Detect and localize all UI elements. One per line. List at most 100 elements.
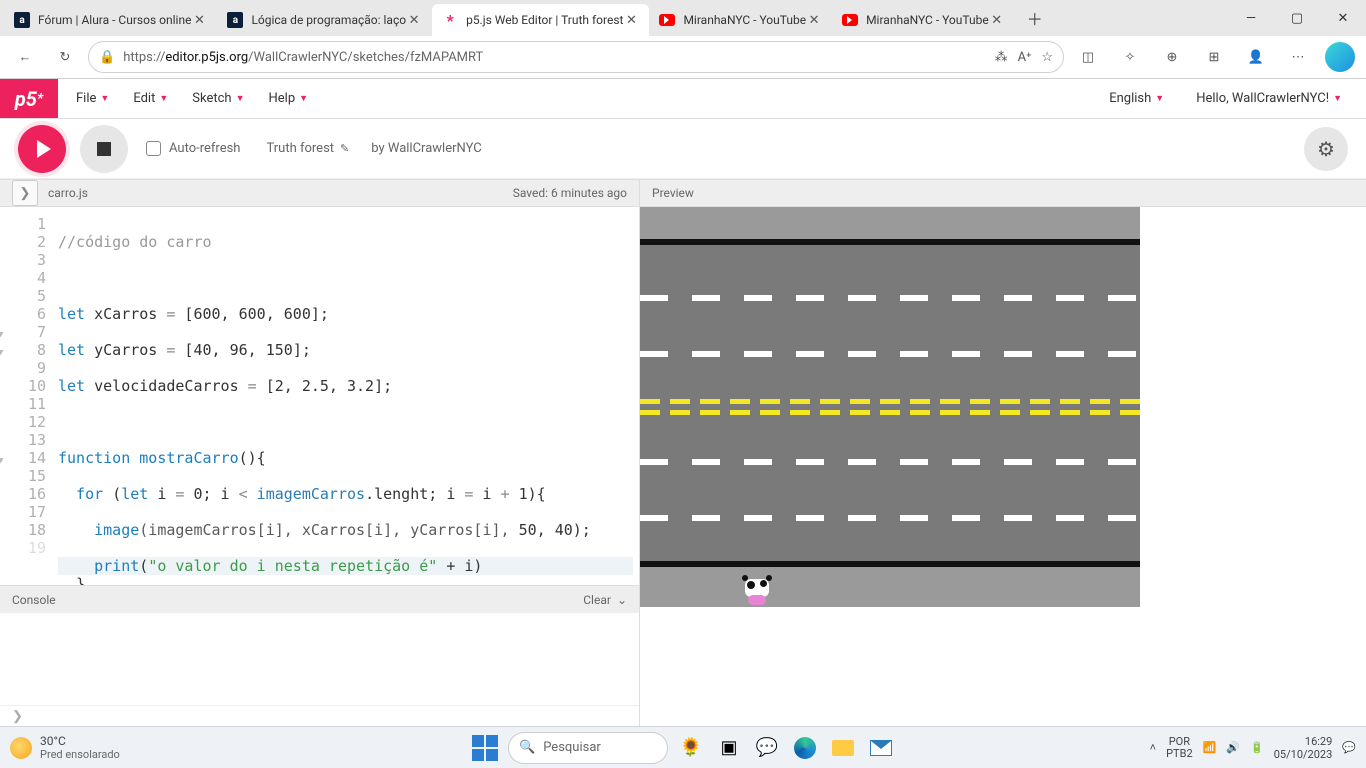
- tab-p5editor[interactable]: * p5.js Web Editor | Truth forest ✕: [432, 4, 649, 36]
- auto-refresh-label: Auto-refresh: [169, 141, 240, 156]
- pencil-icon[interactable]: ✎: [340, 142, 349, 155]
- extensions-icon[interactable]: ⊞: [1196, 40, 1232, 74]
- close-icon[interactable]: ✕: [623, 12, 639, 28]
- taskbar: 30°C Pred ensolarado 🔍 Pesquisar 🌻 ▣ 💬 ˄…: [0, 726, 1366, 768]
- task-view-icon[interactable]: ▣: [714, 733, 744, 763]
- weather-widget[interactable]: 30°C Pred ensolarado: [10, 734, 120, 761]
- start-button[interactable]: [470, 733, 500, 763]
- system-tray: ˄ PORPTB2 📶 🔊 🔋 16:2905/10/2023 💬: [1150, 735, 1356, 761]
- bing-icon[interactable]: [1322, 40, 1358, 74]
- wifi-icon[interactable]: 📶: [1203, 741, 1217, 754]
- split-icon[interactable]: ◫: [1070, 40, 1106, 74]
- maximize-button[interactable]: ▢: [1274, 2, 1320, 34]
- tray-chevron-icon[interactable]: ˄: [1150, 741, 1156, 754]
- play-button[interactable]: [18, 125, 66, 173]
- toolbar-right: ◫ ✧ ⊕ ⊞ 👤 ⋯: [1070, 40, 1358, 74]
- refresh-button[interactable]: ↻: [48, 40, 82, 74]
- menu-edit[interactable]: Edit▼: [123, 85, 178, 112]
- editor-column: ❯ carro.js Saved: 6 minutes ago 123456 ▼…: [0, 179, 640, 727]
- tab-label: MiranhaNYC - YouTube: [683, 13, 806, 27]
- search-icon: 🔍: [519, 740, 535, 755]
- close-icon[interactable]: ✕: [406, 12, 422, 28]
- chevron-down-icon: ▼: [100, 93, 109, 104]
- taskbar-search[interactable]: 🔍 Pesquisar: [508, 732, 668, 764]
- notifications-icon[interactable]: 💬: [1342, 741, 1356, 754]
- p5-logo[interactable]: p5*: [0, 79, 58, 118]
- p5-editor-app: p5* File▼ Edit▼ Sketch▼ Help▼ English▼ H…: [0, 79, 1366, 727]
- edge-icon[interactable]: [790, 733, 820, 763]
- p5-menu: File▼ Edit▼ Sketch▼ Help▼: [58, 79, 318, 118]
- chevron-right-icon[interactable]: ❯: [12, 709, 23, 724]
- cow-sprite: [742, 575, 772, 605]
- chevron-down-icon: ▼: [159, 93, 168, 104]
- favorite-icon[interactable]: ☆: [1041, 50, 1053, 65]
- language-selector[interactable]: English▼: [1099, 85, 1174, 112]
- checkbox-icon[interactable]: [146, 141, 161, 156]
- sketch-author: by WallCrawlerNYC: [371, 141, 481, 156]
- code-editor[interactable]: 123456 ▼7 ▼8 910111213 ▼14 1516171819 //…: [0, 207, 639, 585]
- taskbar-center: 🔍 Pesquisar 🌻 ▣ 💬: [470, 732, 896, 764]
- profile-icon[interactable]: 👤: [1238, 40, 1274, 74]
- clock[interactable]: 16:2905/10/2023: [1274, 735, 1333, 761]
- sidebar-toggle[interactable]: ❯: [12, 180, 38, 206]
- volume-icon[interactable]: 🔊: [1226, 741, 1240, 754]
- back-button[interactable]: ←: [8, 40, 42, 74]
- game-canvas: [640, 207, 1140, 607]
- translate-icon[interactable]: ⁂: [995, 50, 1008, 65]
- p5-topbar-right: English▼ Hello, WallCrawlerNYC!▼: [1099, 79, 1366, 118]
- preview-column: Preview: [640, 179, 1366, 727]
- line-gutter: 123456 ▼7 ▼8 910111213 ▼14 1516171819: [0, 207, 52, 585]
- close-window-button[interactable]: ✕: [1320, 2, 1366, 34]
- weather-text: Pred ensolarado: [40, 748, 120, 761]
- menu-sketch[interactable]: Sketch▼: [182, 85, 254, 112]
- new-tab-button[interactable]: ＋: [1021, 4, 1049, 32]
- lock-icon: 🔒: [99, 50, 115, 65]
- battery-icon[interactable]: 🔋: [1250, 741, 1264, 754]
- more-icon[interactable]: ⋯: [1280, 40, 1316, 74]
- collections-icon[interactable]: ⊕: [1154, 40, 1190, 74]
- tab-youtube-2[interactable]: MiranhaNYC - YouTube ✕: [832, 4, 1015, 36]
- console-header: Console Clear ⌄: [0, 585, 639, 613]
- mail-icon[interactable]: [866, 733, 896, 763]
- console-label: Console: [12, 593, 56, 607]
- youtube-icon: [659, 12, 675, 28]
- url-bar[interactable]: 🔒 https://editor.p5js.org/WallCrawlerNYC…: [88, 41, 1064, 73]
- tab-logica[interactable]: a Lógica de programação: laço ✕: [217, 4, 432, 36]
- close-icon[interactable]: ✕: [989, 12, 1005, 28]
- temperature: 30°C: [40, 734, 120, 748]
- sun-icon: [10, 737, 32, 759]
- close-icon[interactable]: ✕: [191, 12, 207, 28]
- console-footer: ❯: [0, 705, 639, 727]
- chat-icon[interactable]: 💬: [752, 733, 782, 763]
- close-icon[interactable]: ✕: [806, 12, 822, 28]
- auto-refresh-toggle[interactable]: Auto-refresh: [146, 141, 240, 156]
- reader-icon[interactable]: A⁺: [1018, 50, 1032, 65]
- console-body[interactable]: [0, 613, 639, 705]
- flowers-icon[interactable]: 🌻: [676, 733, 706, 763]
- tab-forum[interactable]: a Fórum | Alura - Cursos online ✕: [4, 4, 217, 36]
- language-indicator[interactable]: PORPTB2: [1166, 736, 1193, 760]
- menu-help[interactable]: Help▼: [258, 85, 318, 112]
- chevron-down-icon: ▼: [236, 93, 245, 104]
- window-controls: — ▢ ✕: [1228, 2, 1366, 34]
- settings-button[interactable]: ⚙: [1304, 127, 1348, 171]
- chevron-down-icon: ▼: [1333, 93, 1342, 104]
- alura-icon: a: [14, 12, 30, 28]
- user-greeting[interactable]: Hello, WallCrawlerNYC!▼: [1186, 85, 1352, 112]
- sketch-name[interactable]: Truth forest ✎: [266, 141, 349, 156]
- minimize-button[interactable]: —: [1228, 2, 1274, 34]
- stop-icon: [97, 142, 111, 156]
- chevron-down-icon: ▼: [299, 93, 308, 104]
- browser-chrome: a Fórum | Alura - Cursos online ✕ a Lógi…: [0, 0, 1366, 79]
- favorites-icon[interactable]: ✧: [1112, 40, 1148, 74]
- tab-label: p5.js Web Editor | Truth forest: [466, 13, 623, 27]
- tab-youtube-1[interactable]: MiranhaNYC - YouTube ✕: [649, 4, 832, 36]
- code-content[interactable]: //código do carro let xCarros = [600, 60…: [52, 207, 639, 585]
- menu-file[interactable]: File▼: [66, 85, 119, 112]
- explorer-icon[interactable]: [828, 733, 858, 763]
- stop-button[interactable]: [80, 125, 128, 173]
- canvas-preview: [640, 207, 1366, 607]
- gear-icon: ⚙: [1317, 137, 1335, 161]
- console-clear-button[interactable]: Clear ⌄: [583, 593, 627, 607]
- tab-label: MiranhaNYC - YouTube: [866, 13, 989, 27]
